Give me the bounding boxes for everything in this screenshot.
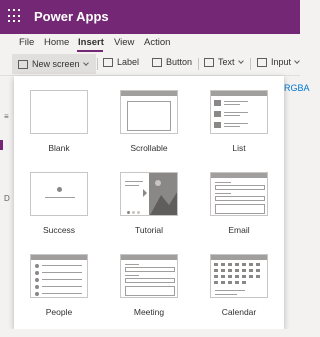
chevron-down-icon [82,60,89,66]
people-thumbnail [30,254,88,298]
selected-item-marker [0,140,3,150]
tutorial-thumbnail [120,172,178,216]
app-title: Power Apps [34,9,109,24]
input-button-label: Input [271,57,292,67]
blank-thumbnail [30,90,88,134]
template-scrollable[interactable]: Scrollable [104,76,194,158]
properties-edge [284,76,300,337]
text-button-label: Text [218,57,235,67]
screen-icon [18,59,28,69]
bottom-edge [0,329,300,337]
new-screen-dropdown: Blank Scrollable List Success Tutorial E… [14,76,284,329]
template-email[interactable]: Email [194,158,284,240]
template-blank[interactable]: Blank [14,76,104,158]
text-icon [204,57,214,67]
menu-icon: ≡ [4,112,9,121]
template-label: Scrollable [130,143,168,153]
menu-home[interactable]: Home [44,37,69,48]
menu-action[interactable]: Action [144,37,170,48]
meeting-thumbnail [120,254,178,298]
template-label: Tutorial [134,225,164,235]
menu-insert[interactable]: Insert [78,37,104,48]
template-tutorial[interactable]: Tutorial [104,158,194,240]
template-calendar[interactable]: Calendar [194,240,284,322]
menu-bar: File Home Insert View Action [0,34,300,52]
ribbon-toolbar: New screen Label Button Text Input [0,52,300,76]
button-button[interactable]: Button [152,57,192,67]
button-button-text: Button [166,57,193,67]
template-label: Calendar [221,307,257,317]
template-success[interactable]: Success [14,158,104,240]
template-people[interactable]: People [14,240,104,322]
new-screen-button[interactable]: New screen [12,54,96,74]
tree-view-edge: ≡ D [0,76,12,337]
scrollable-thumbnail [120,90,178,134]
label-button-text: Label [117,57,140,67]
chevron-down-icon [294,58,300,64]
label-button[interactable]: Label [103,57,139,67]
label-icon [103,57,113,67]
rgba-formula-text: RGBA [284,83,310,93]
input-button[interactable]: Input [257,57,300,67]
template-label: Email [228,225,250,235]
template-label: List [232,143,246,153]
menu-file[interactable]: File [19,37,34,48]
template-list[interactable]: List [194,76,284,158]
text-button[interactable]: Text [204,57,244,67]
item-icon: D [4,194,10,203]
chevron-down-icon [237,58,244,64]
template-label: Meeting [133,307,165,317]
menu-view[interactable]: View [114,37,134,48]
list-thumbnail [210,90,268,134]
success-thumbnail [30,172,88,216]
template-label: Success [42,225,76,235]
template-label: Blank [48,143,70,153]
new-screen-label: New screen [32,59,80,69]
template-meeting[interactable]: Meeting [104,240,194,322]
title-bar: Power Apps [0,0,300,34]
app-launcher-icon[interactable] [8,9,22,23]
calendar-thumbnail [210,254,268,298]
email-thumbnail [210,172,268,216]
button-icon [152,57,162,67]
template-label: People [45,307,73,317]
input-icon [257,57,267,67]
